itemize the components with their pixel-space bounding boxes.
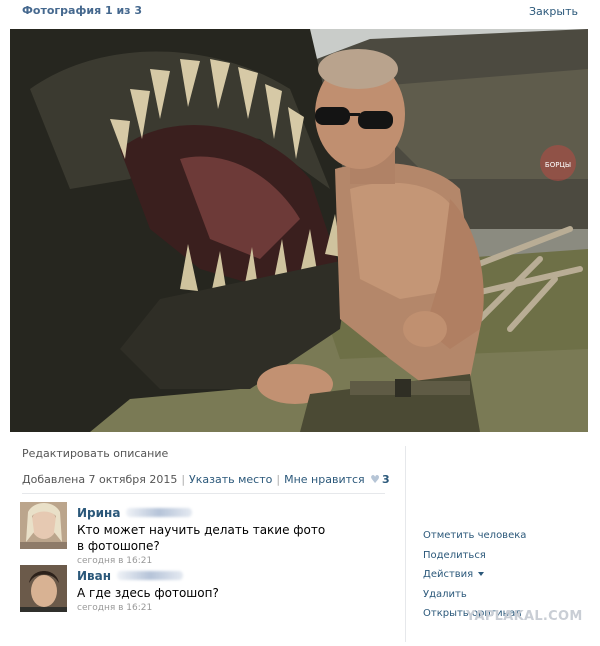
photo-stamp: БОРЦЫ: [545, 161, 571, 169]
like-count: 3: [382, 473, 390, 486]
share-link[interactable]: Поделиться: [423, 546, 526, 566]
heart-icon[interactable]: ♥: [370, 473, 380, 486]
avatar[interactable]: [20, 565, 67, 612]
photo-image: БОРЦЫ: [10, 29, 588, 432]
tag-person-link[interactable]: Отметить человека: [423, 526, 526, 546]
avatar[interactable]: [20, 502, 67, 549]
blurred-surname: [126, 508, 193, 517]
like-button[interactable]: Мне нравится: [284, 473, 365, 486]
main-photo[interactable]: БОРЦЫ: [10, 29, 588, 432]
vertical-divider: [405, 446, 406, 642]
added-date: Добавлена 7 октября 2015: [22, 473, 178, 486]
comment-body: Иван А где здесь фотошоп? сегодня в 16:2…: [77, 565, 327, 613]
comment-body: Ирина Кто может научить делать такие фот…: [77, 502, 327, 566]
comment-author[interactable]: Ирина: [77, 506, 120, 520]
photo-viewer-header: Фотография 1 из 3 Закрыть: [0, 0, 600, 22]
specify-place-link[interactable]: Указать место: [189, 473, 272, 486]
close-button[interactable]: Закрыть: [529, 5, 578, 18]
photo-counter: Фотография 1 из 3: [22, 4, 143, 17]
separator: |: [276, 473, 281, 486]
comment-text: Кто может научить делать такие фото в фо…: [77, 523, 326, 553]
blurred-surname: [117, 571, 184, 580]
actions-dropdown[interactable]: Действия: [423, 565, 526, 585]
photo-meta: Добавлена 7 октября 2015 | Указать место | М…: [22, 473, 390, 486]
divider: [22, 493, 385, 494]
comment-time[interactable]: сегодня в 16:21: [77, 603, 327, 613]
comment-author[interactable]: Иван: [77, 569, 111, 583]
watermark: YAPLAKAL.COM: [466, 609, 583, 624]
actions-dropdown-label: Действия: [423, 569, 474, 580]
separator: |: [181, 473, 186, 486]
edit-description-link[interactable]: Редактировать описание: [22, 447, 168, 460]
chevron-down-icon: [478, 572, 485, 576]
delete-link[interactable]: Удалить: [423, 585, 526, 605]
comment-text: А где здесь фотошоп?: [77, 586, 219, 600]
